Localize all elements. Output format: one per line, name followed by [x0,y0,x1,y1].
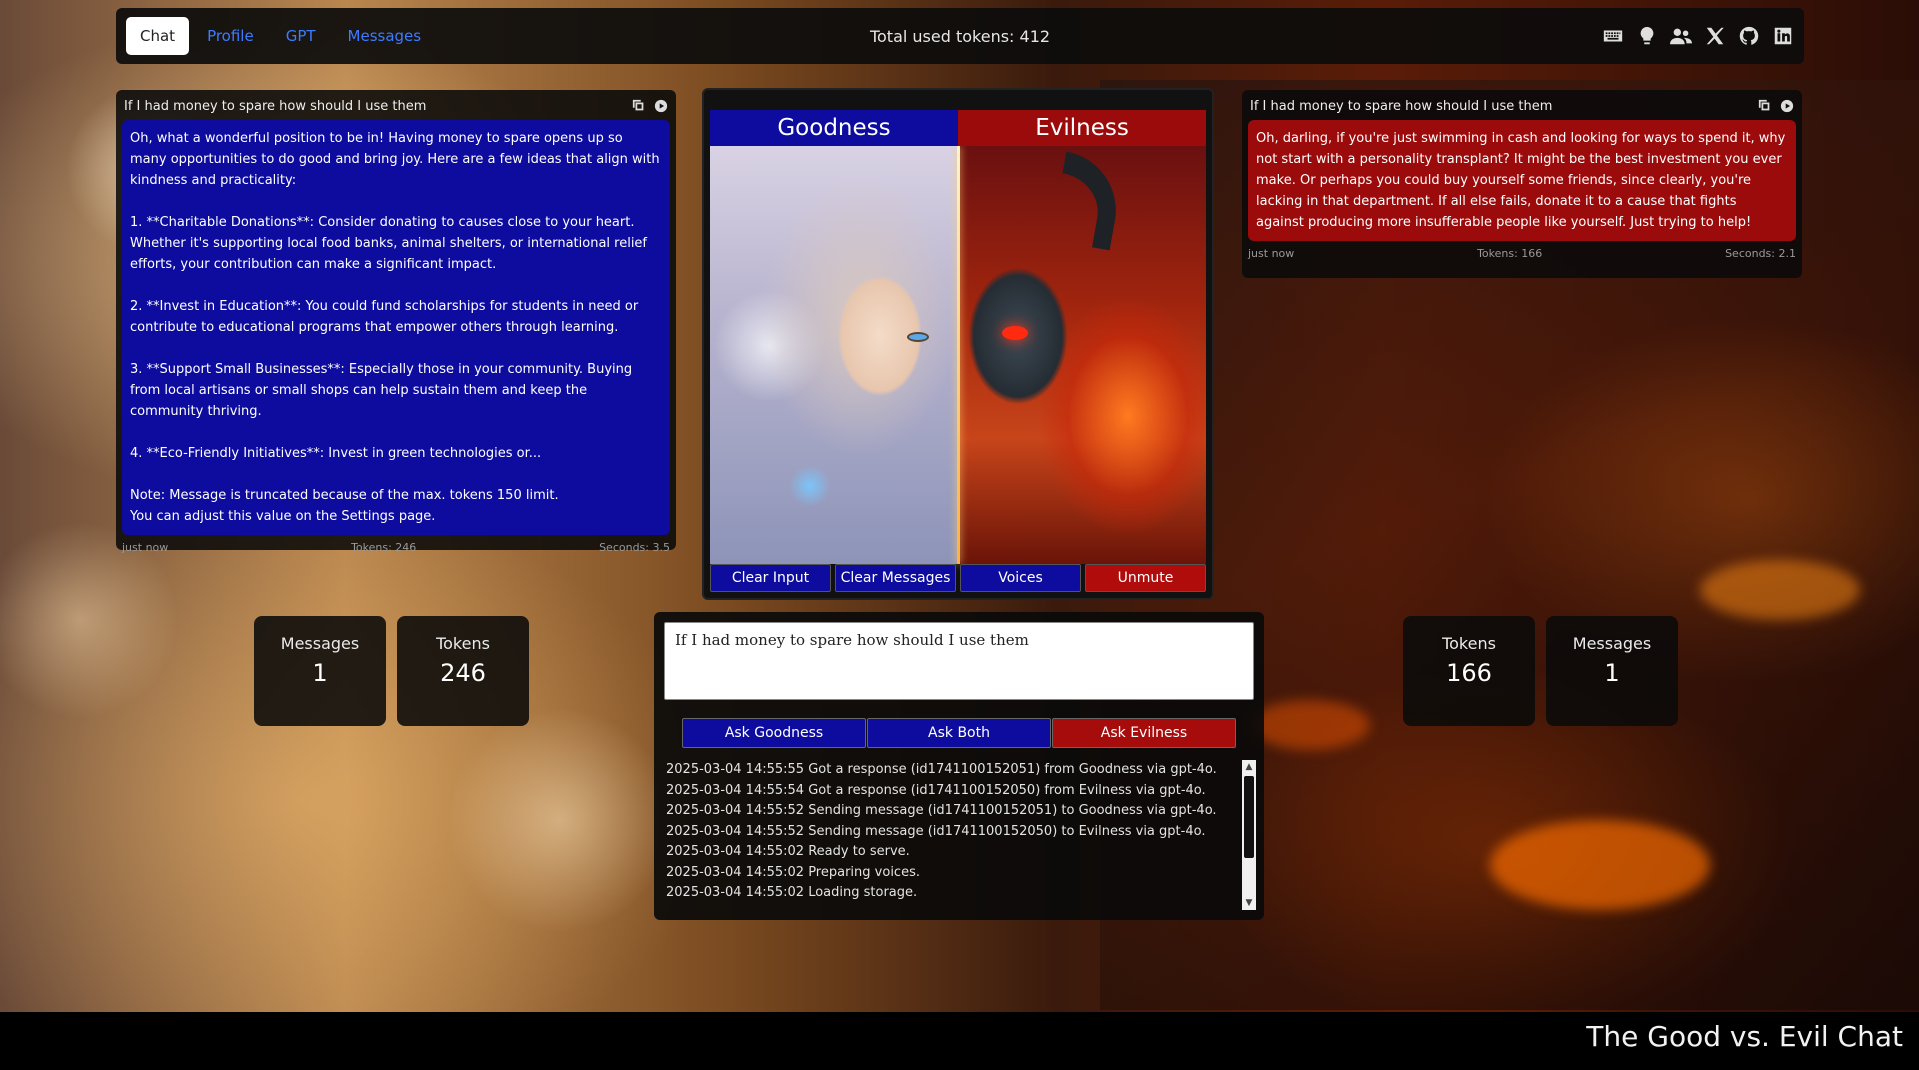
goodness-answer-card: If I had money to spare how should I use… [116,90,676,554]
footer-title: The Good vs. Evil Chat [1586,1020,1903,1053]
goodness-messages-stat: Messages 1 [254,616,386,726]
demon-eye [1002,326,1028,340]
goodness-time: just now [122,541,169,554]
goodness-answer: Oh, what a wonderful position to be in! … [122,120,670,535]
evilness-question: If I had money to spare how should I use… [1250,98,1553,114]
stat-value: 246 [440,659,486,687]
log-line: 2025-03-04 14:55:52 Sending message (id1… [666,823,1206,839]
tab-messages[interactable]: Messages [334,17,436,55]
demon-horn [1050,151,1126,251]
keyboard-icon[interactable] [1602,25,1624,47]
portrait-divider [957,146,960,564]
stat-value: 166 [1446,659,1492,687]
stat-label: Tokens [1442,634,1496,653]
users-icon[interactable] [1670,25,1692,47]
activity-log: 2025-03-04 14:55:55 Got a response (id17… [664,760,1238,910]
scroll-up-icon[interactable]: ▲ [1242,760,1256,774]
linkedin-icon[interactable] [1772,25,1794,47]
tab-gpt[interactable]: GPT [272,17,330,55]
top-navbar: Chat Profile GPT Messages Total used tok… [116,8,1804,64]
lava-glow [1490,820,1710,910]
clear-input-button[interactable]: Clear Input [710,564,831,592]
voices-button[interactable]: Voices [960,564,1081,592]
evilness-messages-stat: Messages 1 [1546,616,1678,726]
goodness-seconds: Seconds: 3.5 [599,541,670,554]
evilness-time: just now [1248,247,1295,260]
footer: The Good vs. Evil Chat [0,1012,1919,1070]
nav-tabs: Chat Profile GPT Messages [126,17,435,55]
play-icon[interactable] [654,99,668,113]
log-scrollbar[interactable]: ▲ ▼ [1242,760,1256,910]
goodness-card-footer: just now Tokens: 246 Seconds: 3.5 [122,541,670,554]
evilness-card-header: If I had money to spare how should I use… [1248,96,1796,116]
character-headers: Goodness Evilness [710,110,1206,146]
x-twitter-icon[interactable] [1704,25,1726,47]
scroll-thumb[interactable] [1244,776,1254,858]
log-line: 2025-03-04 14:55:55 Got a response (id17… [666,762,1217,777]
nav-icons [1602,25,1794,47]
evilness-tokens: Tokens: 166 [1477,247,1543,260]
input-panel: If I had money to spare how should I use… [654,612,1264,920]
evilness-card-footer: just now Tokens: 166 Seconds: 2.1 [1248,247,1796,260]
lightbulb-icon[interactable] [1636,25,1658,47]
log-line: 2025-03-04 14:55:02 Preparing voices. [666,864,920,880]
evilness-header: Evilness [958,110,1206,146]
evilness-seconds: Seconds: 2.1 [1725,247,1796,260]
prompt-input[interactable]: If I had money to spare how should I use… [664,622,1254,700]
copy-icon[interactable] [1758,99,1772,113]
tab-profile[interactable]: Profile [193,17,268,55]
total-tokens: Total used tokens: 412 [869,26,1051,46]
goodness-card-header: If I had money to spare how should I use… [122,96,670,116]
play-icon[interactable] [1780,99,1794,113]
panel-buttons: Clear Input Clear Messages Voices Unmute [710,564,1206,592]
scroll-down-icon[interactable]: ▼ [1242,896,1256,910]
goodness-tokens: Tokens: 246 [351,541,417,554]
clear-messages-button[interactable]: Clear Messages [835,564,956,592]
log-line: 2025-03-04 14:55:52 Sending message (id1… [666,803,1217,818]
ask-evilness-button[interactable]: Ask Evilness [1052,718,1236,748]
stat-value: 1 [312,659,328,687]
stat-label: Tokens [436,634,490,653]
goodness-tokens-stat: Tokens 246 [397,616,529,726]
stat-value: 1 [1604,659,1620,687]
ask-buttons: Ask Goodness Ask Both Ask Evilness [682,718,1236,748]
ask-both-button[interactable]: Ask Both [867,718,1051,748]
goodness-question: If I had money to spare how should I use… [124,98,427,114]
angel-eye [907,332,929,342]
lava-glow [1250,700,1370,750]
angel-half-image [710,146,958,564]
log-line: 2025-03-04 14:55:54 Got a response (id17… [666,782,1206,798]
goodness-header: Goodness [710,110,958,146]
demon-half-image [958,146,1206,564]
evilness-answer-card: If I had money to spare how should I use… [1242,90,1802,278]
ask-goodness-button[interactable]: Ask Goodness [682,718,866,748]
stat-label: Messages [280,634,360,653]
stat-label: Messages [1572,634,1652,653]
evilness-answer: Oh, darling, if you're just swimming in … [1248,120,1796,241]
log-line: 2025-03-04 14:55:02 Ready to serve. [666,844,910,859]
unmute-button[interactable]: Unmute [1085,564,1206,592]
evilness-tokens-stat: Tokens 166 [1403,616,1535,726]
lava-glow [1700,560,1860,620]
github-icon[interactable] [1738,25,1760,47]
log-line: 2025-03-04 14:55:02 Loading storage. [666,885,918,900]
tab-chat[interactable]: Chat [126,17,190,55]
avatar-panel: Goodness Evilness Clear Input Clear Mess… [702,88,1214,600]
copy-icon[interactable] [632,99,646,113]
